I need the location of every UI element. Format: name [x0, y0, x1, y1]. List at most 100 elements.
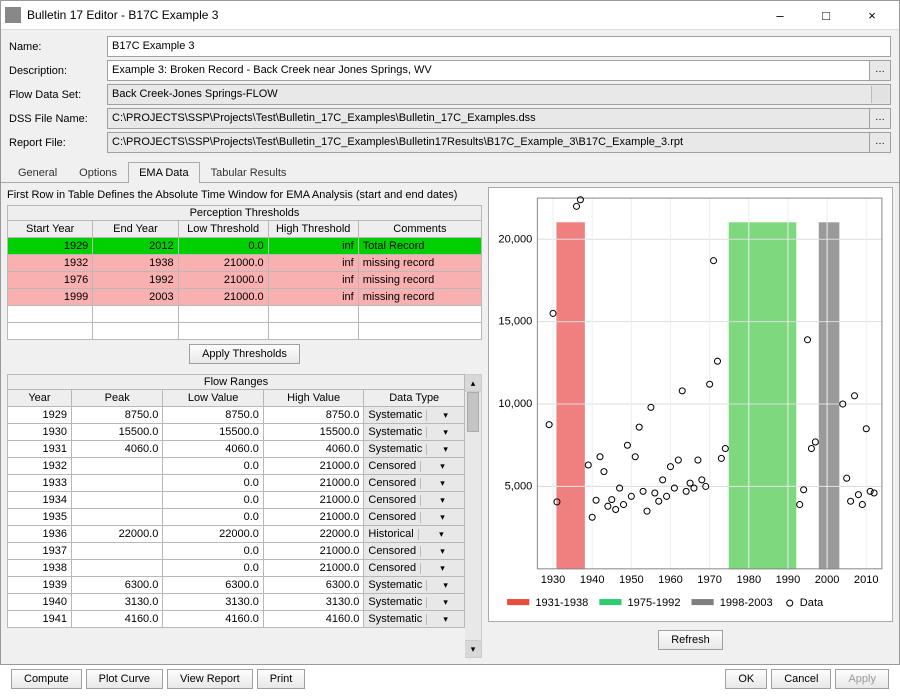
data-type-select[interactable]: Censored▾: [364, 458, 464, 474]
svg-text:2010: 2010: [854, 574, 879, 586]
svg-text:1940: 1940: [580, 574, 605, 586]
ema-hint: First Row in Table Defines the Absolute …: [7, 189, 482, 201]
svg-text:1980: 1980: [736, 574, 761, 586]
compute-button[interactable]: Compute: [11, 669, 82, 689]
data-type-select[interactable]: Systematic▾: [364, 577, 464, 593]
plot-curve-button[interactable]: Plot Curve: [86, 669, 163, 689]
description-label: Description:: [9, 65, 107, 77]
svg-text:1975-1992: 1975-1992: [628, 597, 681, 609]
flowranges-table[interactable]: Year Peak Low Value High Value Data Type…: [7, 389, 465, 628]
apply-button[interactable]: Apply: [835, 669, 889, 689]
title-bar: Bulletin 17 Editor - B17C Example 3 – □ …: [1, 1, 899, 30]
apply-thresholds-button[interactable]: Apply Thresholds: [189, 344, 300, 364]
col-low-value: Low Value: [163, 390, 264, 407]
flow-row[interactable]: 193015500.015500.015500.0Systematic▾: [8, 424, 465, 441]
ok-button[interactable]: OK: [725, 669, 767, 689]
svg-text:1960: 1960: [658, 574, 683, 586]
flowdataset-label: Flow Data Set:: [9, 89, 107, 101]
perception-row[interactable]: 1999200321000.0infmissing record: [8, 289, 482, 306]
svg-text:2000: 2000: [815, 574, 840, 586]
data-type-select[interactable]: Censored▾: [364, 560, 464, 576]
flowdataset-select[interactable]: Back Creek-Jones Springs-FLOW: [107, 84, 891, 105]
perception-row[interactable]: 192920120.0infTotal Record: [8, 238, 482, 255]
col-data-type: Data Type: [364, 390, 465, 407]
col-comments: Comments: [358, 221, 481, 238]
svg-text:1970: 1970: [697, 574, 722, 586]
reportfile-input[interactable]: C:\PROJECTS\SSP\Projects\Test\Bulletin_1…: [107, 132, 870, 153]
name-label: Name:: [9, 41, 107, 53]
flow-row[interactable]: 19298750.08750.08750.0Systematic▾: [8, 407, 465, 424]
svg-text:1931-1938: 1931-1938: [535, 597, 588, 609]
flowranges-caption: Flow Ranges: [7, 374, 465, 389]
data-type-select[interactable]: Systematic▾: [364, 424, 464, 440]
svg-text:1998-2003: 1998-2003: [720, 597, 773, 609]
col-start-year: Start Year: [8, 221, 93, 238]
name-input[interactable]: B17C Example 3: [107, 36, 891, 57]
col-low-threshold: Low Threshold: [178, 221, 268, 238]
tab-ema-data[interactable]: EMA Data: [128, 162, 200, 183]
perception-table[interactable]: Start Year End Year Low Threshold High T…: [7, 220, 482, 340]
scroll-thumb[interactable]: [467, 392, 479, 432]
flow-row[interactable]: 19350.021000.0Censored▾: [8, 509, 465, 526]
col-peak: Peak: [71, 390, 162, 407]
data-type-select[interactable]: Systematic▾: [364, 407, 464, 423]
perception-row[interactable]: 1976199221000.0infmissing record: [8, 272, 482, 289]
reportfile-browse-button[interactable]: …: [869, 132, 891, 153]
data-type-select[interactable]: Censored▾: [364, 509, 464, 525]
chart-svg: 5,00010,00015,00020,00019301940195019601…: [489, 188, 892, 621]
perception-empty-row[interactable]: [8, 323, 482, 340]
col-year: Year: [8, 390, 72, 407]
flow-row[interactable]: 19340.021000.0Censored▾: [8, 492, 465, 509]
tab-general[interactable]: General: [7, 162, 68, 183]
flow-row[interactable]: 19320.021000.0Censored▾: [8, 458, 465, 475]
data-type-select[interactable]: Historical▾: [364, 526, 464, 542]
chart-area: 5,00010,00015,00020,00019301940195019601…: [488, 187, 893, 622]
app-icon: [5, 7, 21, 23]
flow-row[interactable]: 19403130.03130.03130.0Systematic▾: [8, 594, 465, 611]
flow-row[interactable]: 19396300.06300.06300.0Systematic▾: [8, 577, 465, 594]
svg-text:10,000: 10,000: [498, 398, 532, 410]
data-type-select[interactable]: Censored▾: [364, 475, 464, 491]
svg-text:20,000: 20,000: [498, 233, 532, 245]
print-button[interactable]: Print: [257, 669, 306, 689]
flow-row[interactable]: 19380.021000.0Censored▾: [8, 560, 465, 577]
perception-row[interactable]: 1932193821000.0infmissing record: [8, 255, 482, 272]
cancel-button[interactable]: Cancel: [771, 669, 831, 689]
flow-row[interactable]: 19414160.04160.04160.0Systematic▾: [8, 611, 465, 628]
svg-text:1990: 1990: [776, 574, 801, 586]
dssfile-input[interactable]: C:\PROJECTS\SSP\Projects\Test\Bulletin_1…: [107, 108, 870, 129]
flow-row[interactable]: 19314060.04060.04060.0Systematic▾: [8, 441, 465, 458]
data-type-select[interactable]: Systematic▾: [364, 594, 464, 610]
flow-row[interactable]: 193622000.022000.022000.0Historical▾: [8, 526, 465, 543]
flow-row[interactable]: 19330.021000.0Censored▾: [8, 475, 465, 492]
dssfile-label: DSS File Name:: [9, 113, 107, 125]
description-input[interactable]: Example 3: Broken Record - Back Creek ne…: [107, 60, 870, 81]
data-type-select[interactable]: Censored▾: [364, 492, 464, 508]
view-report-button[interactable]: View Report: [167, 669, 253, 689]
refresh-button[interactable]: Refresh: [658, 630, 723, 650]
col-end-year: End Year: [93, 221, 178, 238]
data-type-select[interactable]: Systematic▾: [364, 441, 464, 457]
scroll-up-button[interactable]: ▴: [465, 375, 481, 392]
svg-text:Data: Data: [800, 597, 824, 609]
svg-text:1950: 1950: [619, 574, 644, 586]
svg-text:15,000: 15,000: [498, 316, 532, 328]
close-button[interactable]: ×: [849, 1, 895, 29]
dssfile-browse-button[interactable]: …: [869, 108, 891, 129]
flow-scrollbar[interactable]: ▴ ▾: [465, 374, 482, 658]
perception-empty-row[interactable]: [8, 306, 482, 323]
window-title: Bulletin 17 Editor - B17C Example 3: [27, 8, 757, 22]
tab-tabular-results[interactable]: Tabular Results: [200, 162, 298, 183]
minimize-button[interactable]: –: [757, 1, 803, 29]
data-type-select[interactable]: Systematic▾: [364, 611, 464, 627]
scroll-down-button[interactable]: ▾: [465, 640, 481, 657]
data-type-select[interactable]: Censored▾: [364, 543, 464, 559]
reportfile-label: Report File:: [9, 137, 107, 149]
tab-bar: General Options EMA Data Tabular Results: [1, 161, 899, 183]
maximize-button[interactable]: □: [803, 1, 849, 29]
description-more-button[interactable]: …: [869, 60, 891, 81]
perception-caption: Perception Thresholds: [7, 205, 482, 220]
svg-text:5,000: 5,000: [505, 480, 533, 492]
tab-options[interactable]: Options: [68, 162, 128, 183]
flow-row[interactable]: 19370.021000.0Censored▾: [8, 543, 465, 560]
